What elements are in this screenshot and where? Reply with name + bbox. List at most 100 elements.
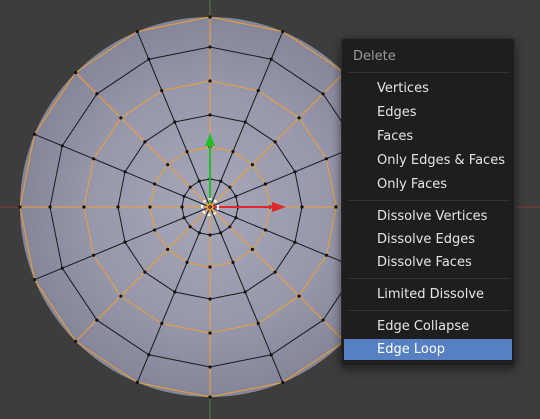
mesh-vertex[interactable] [263, 182, 267, 186]
mesh-vertex[interactable] [60, 144, 64, 148]
mesh-vertex[interactable] [166, 163, 170, 167]
mesh-vertex[interactable] [208, 79, 212, 83]
mesh-vertex[interactable] [95, 92, 99, 96]
mesh-vertex[interactable] [293, 240, 297, 244]
mesh-vertex[interactable] [228, 225, 232, 229]
mesh-vertex[interactable] [143, 140, 147, 144]
mesh-vertex[interactable] [185, 260, 189, 264]
mesh-vertex[interactable] [173, 290, 177, 294]
mesh-vertex[interactable] [208, 331, 212, 335]
mesh-vertex[interactable] [256, 321, 260, 325]
mesh-vertex[interactable] [32, 278, 37, 282]
mesh-vertex[interactable] [297, 294, 301, 298]
menu-item-edge-collapse[interactable]: Edge Collapse [344, 316, 512, 337]
mesh-vertex[interactable] [219, 179, 223, 183]
mesh-vertex[interactable] [160, 89, 164, 93]
mesh-vertex[interactable] [321, 318, 325, 322]
mesh-vertex[interactable] [119, 116, 123, 120]
mesh-vertex[interactable] [188, 225, 192, 229]
mesh-vertex[interactable] [324, 157, 328, 161]
mesh-vertex[interactable] [18, 205, 22, 209]
menu-separator [348, 278, 510, 279]
mesh-vertex[interactable] [147, 353, 151, 357]
mesh-vertex[interactable] [269, 57, 273, 61]
menu-item-dissolve-edges[interactable]: Dissolve Edges [344, 229, 512, 250]
menu-item-dissolve-faces[interactable]: Dissolve Faces [344, 252, 512, 273]
mesh-vertex[interactable] [234, 216, 238, 220]
mesh-vertex[interactable] [123, 240, 127, 244]
mesh-vertex[interactable] [208, 45, 212, 49]
mesh-vertex[interactable] [281, 29, 285, 34]
mesh-vertex[interactable] [60, 266, 64, 270]
menu-item-faces[interactable]: Faces [344, 126, 512, 147]
mesh-vertex[interactable] [32, 132, 37, 136]
mesh-vertex[interactable] [48, 205, 52, 209]
menu-item-only-edges-faces[interactable]: Only Edges & Faces [344, 150, 512, 171]
mesh-vertex[interactable] [92, 157, 96, 161]
mesh-vertex[interactable] [250, 163, 254, 167]
mesh-vertex[interactable] [231, 150, 235, 154]
menu-item-edges[interactable]: Edges [344, 102, 512, 123]
mesh-vertex[interactable] [208, 265, 212, 269]
mesh-vertex[interactable] [256, 89, 260, 93]
delete-context-menu: Delete Vertices Edges Faces Only Edges &… [341, 38, 515, 366]
mesh-vertex[interactable] [197, 179, 201, 183]
mesh-vertex[interactable] [321, 92, 325, 96]
menu-separator [348, 200, 510, 201]
mesh-vertex[interactable] [263, 228, 267, 232]
mesh-vertex[interactable] [173, 120, 177, 124]
mesh-vertex[interactable] [182, 216, 186, 220]
mesh-vertex[interactable] [148, 205, 152, 209]
menu-item-edge-loop[interactable]: Edge Loop [344, 339, 512, 360]
menu-item-dissolve-vertices[interactable]: Dissolve Vertices [344, 206, 512, 227]
mesh-vertex[interactable] [74, 71, 78, 75]
mesh-vertex[interactable] [74, 339, 78, 343]
mesh-vertex[interactable] [143, 270, 147, 274]
mesh-vertex[interactable] [208, 297, 212, 301]
mesh-vertex[interactable] [297, 116, 301, 120]
mesh-vertex[interactable] [153, 182, 157, 186]
mesh-vertex[interactable] [243, 120, 247, 124]
mesh-vertex[interactable] [95, 318, 99, 322]
mesh-vertex[interactable] [231, 260, 235, 264]
mesh-vertex[interactable] [273, 270, 277, 274]
mesh-vertex[interactable] [250, 247, 254, 251]
mesh-vertex[interactable] [185, 150, 189, 154]
mesh-vertex[interactable] [243, 290, 247, 294]
mesh-vertex[interactable] [92, 253, 96, 257]
mesh-vertex[interactable] [197, 231, 201, 235]
mesh-vertex[interactable] [188, 185, 192, 189]
mesh-vertex[interactable] [135, 29, 139, 34]
menu-item-vertices[interactable]: Vertices [344, 78, 512, 99]
mesh-vertex[interactable] [153, 228, 157, 232]
menu-item-limited-dissolve[interactable]: Limited Dissolve [344, 284, 512, 305]
mesh-vertex[interactable] [180, 205, 184, 209]
mesh-vertex[interactable] [82, 205, 86, 209]
mesh-vertex[interactable] [116, 205, 120, 209]
mesh-vertex[interactable] [123, 170, 127, 174]
mesh-vertex[interactable] [166, 247, 170, 251]
mesh-vertex[interactable] [269, 353, 273, 357]
mesh-vertex[interactable] [135, 380, 139, 385]
mesh-vertex[interactable] [228, 185, 232, 189]
menu-separator [348, 310, 510, 311]
mesh-vertex[interactable] [182, 194, 186, 198]
mesh-vertex[interactable] [208, 233, 212, 237]
menu-title: Delete [353, 49, 396, 64]
mesh-vertex[interactable] [208, 15, 212, 19]
mesh-vertex[interactable] [300, 205, 304, 209]
mesh-vertex[interactable] [273, 140, 277, 144]
mesh-vertex[interactable] [119, 294, 123, 298]
mesh-vertex[interactable] [160, 321, 164, 325]
mesh-vertex[interactable] [281, 380, 285, 385]
mesh-vertex[interactable] [208, 113, 212, 117]
mesh-vertex[interactable] [334, 205, 338, 209]
mesh-vertex[interactable] [234, 194, 238, 198]
mesh-vertex[interactable] [208, 395, 212, 399]
mesh-vertex[interactable] [219, 231, 223, 235]
mesh-vertex[interactable] [324, 253, 328, 257]
menu-item-only-faces[interactable]: Only Faces [344, 174, 512, 195]
mesh-vertex[interactable] [208, 365, 212, 369]
mesh-vertex[interactable] [147, 57, 151, 61]
mesh-vertex[interactable] [293, 170, 297, 174]
